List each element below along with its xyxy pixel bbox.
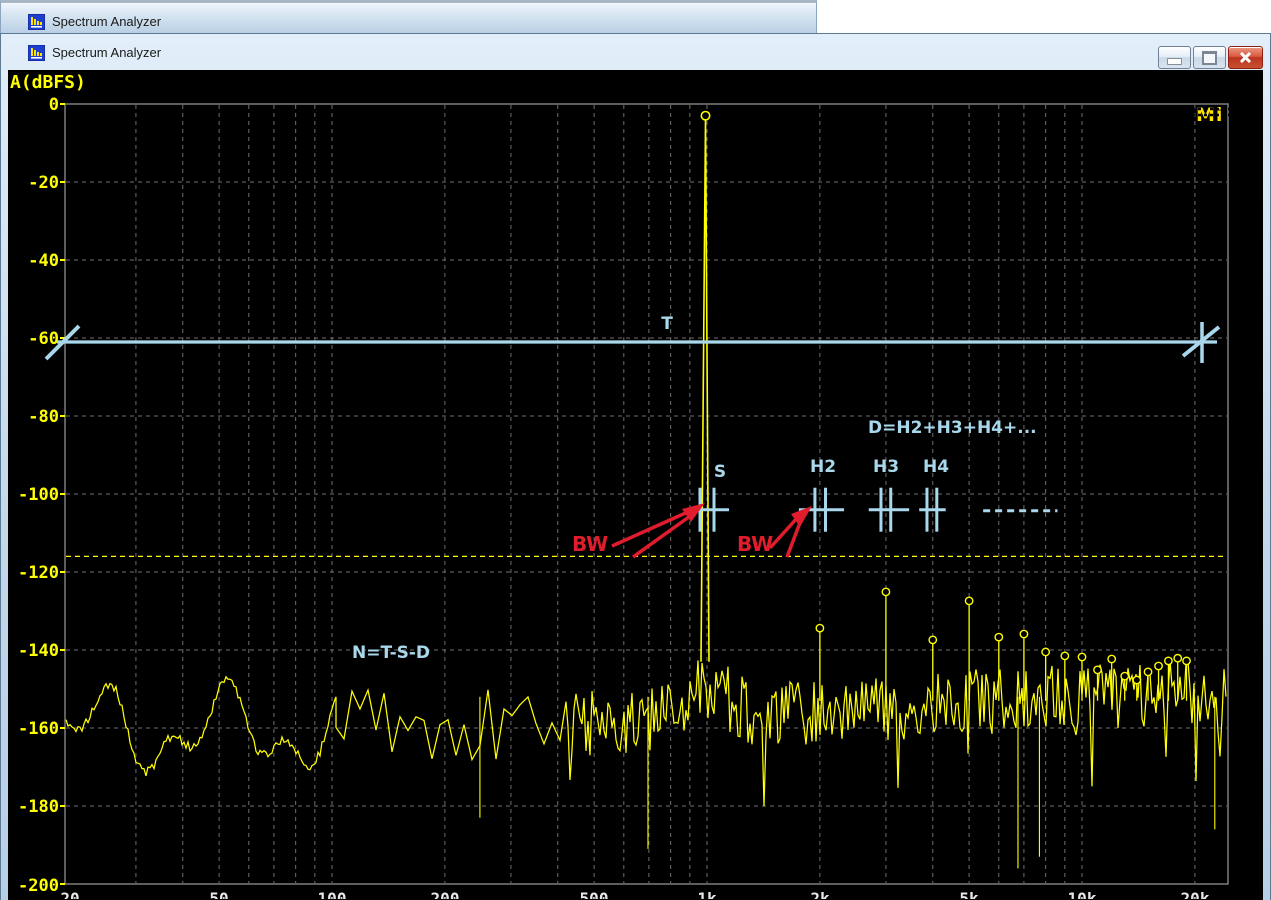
minimize-icon	[1167, 58, 1182, 65]
title-bar: Spectrum Analyzer	[1, 36, 1270, 69]
client-area	[8, 70, 1263, 900]
spectrum-analyzer-window: Spectrum Analyzer	[0, 33, 1271, 900]
close-button[interactable]	[1228, 46, 1263, 69]
maximize-icon	[1202, 51, 1217, 65]
window-title: Spectrum Analyzer	[52, 45, 161, 60]
close-icon	[1238, 51, 1253, 64]
spectrum-analyzer-icon	[28, 45, 45, 61]
spectrum-analyzer-icon	[28, 14, 45, 30]
background-window-title: Spectrum Analyzer	[52, 14, 161, 29]
window-controls	[1158, 46, 1263, 69]
maximize-button[interactable]	[1193, 46, 1226, 69]
minimize-button[interactable]	[1158, 46, 1191, 69]
